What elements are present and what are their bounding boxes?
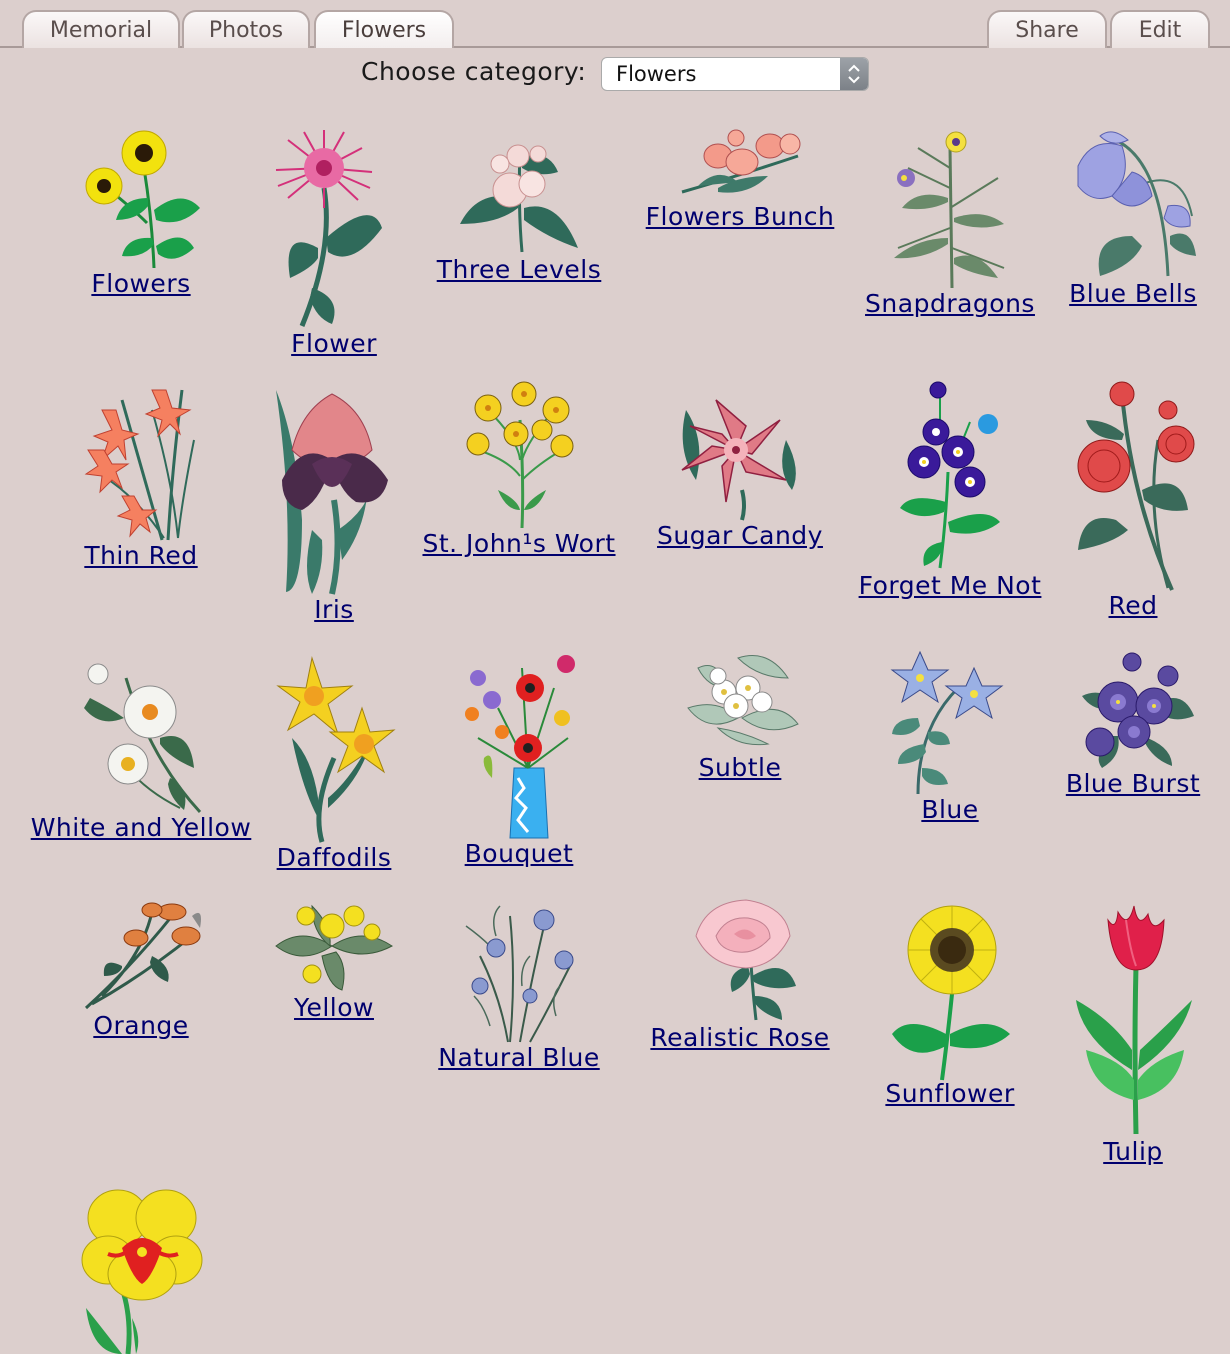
category-select[interactable]: Flowers [601, 57, 869, 91]
flower-link[interactable]: Sunflower [885, 1079, 1014, 1108]
flower-link[interactable]: Realistic Rose [650, 1023, 829, 1052]
natural-blue-icon [465, 905, 574, 1043]
flower-link[interactable]: Blue Burst [1066, 769, 1200, 798]
sunflower-icon [892, 905, 1010, 1081]
category-label: Choose category: [361, 57, 587, 86]
red-tulip-icon [1076, 905, 1192, 1135]
flower-link[interactable]: Flowers Bunch [646, 202, 835, 231]
flower-link[interactable]: Sugar Candy [657, 521, 823, 550]
st-johns-wort-icon [466, 381, 574, 529]
sunflower-cluster-icon [85, 130, 200, 269]
flower-link[interactable]: Iris [314, 595, 354, 624]
white-daisy-icon [84, 663, 202, 814]
sugar-candy-lily-icon [681, 399, 796, 521]
flower-link[interactable]: Orange [93, 1011, 188, 1040]
flower-link[interactable]: Bouquet [465, 839, 574, 868]
flower-link[interactable]: Blue Bells [1069, 279, 1197, 308]
share-button[interactable]: Share [987, 10, 1107, 48]
edit-button[interactable]: Edit [1110, 10, 1210, 48]
select-arrows-icon[interactable] [840, 58, 868, 90]
flower-link[interactable]: Tulip [1103, 1137, 1163, 1166]
flower-link[interactable]: Yellow [294, 993, 374, 1022]
orange-flowers-icon [84, 902, 201, 1010]
bluebells-icon [1077, 131, 1196, 277]
pink-rose-icon [695, 899, 796, 1021]
flower-link[interactable]: Flower [291, 329, 377, 358]
daffodils-icon [276, 656, 396, 843]
flower-link[interactable]: Subtle [699, 753, 782, 782]
flower-link[interactable]: Forget Me Not [859, 571, 1042, 600]
pink-aster-icon [275, 130, 382, 327]
thin-red-lily-icon [84, 389, 195, 541]
tab-flowers[interactable]: Flowers [314, 10, 454, 48]
three-levels-icon [460, 144, 578, 253]
yellow-flowers-icon [275, 904, 393, 991]
flower-link[interactable]: Thin Red [84, 541, 197, 570]
yellow-pansy-icon [81, 1189, 203, 1354]
flowers-page: Memorial Photos Flowers Share Edit Choos… [0, 0, 1230, 1354]
snapdragons-icon [894, 131, 1005, 289]
iris-icon [276, 390, 388, 595]
flower-link[interactable]: Blue [921, 795, 978, 824]
tab-memorial[interactable]: Memorial [22, 10, 180, 48]
flower-link[interactable]: Red [1109, 591, 1158, 620]
flower-link[interactable]: Daffodils [277, 843, 392, 872]
flower-link[interactable]: Snapdragons [865, 289, 1035, 318]
flower-link[interactable]: Flowers [91, 269, 190, 298]
red-carnation-icon [1077, 381, 1195, 591]
blue-burst-icon [1082, 652, 1194, 768]
blue-star-flowers-icon [890, 650, 1004, 795]
flower-link[interactable]: Three Levels [437, 255, 602, 284]
flowers-bunch-icon [681, 129, 801, 194]
flower-link[interactable]: St. John¹s Wort [422, 529, 615, 558]
subtle-white-flowers-icon [687, 655, 799, 746]
flower-link[interactable]: White and Yellow [31, 813, 252, 842]
flower-link[interactable]: Natural Blue [438, 1043, 599, 1072]
forget-me-not-icon [900, 381, 1000, 569]
tab-bar: Memorial Photos Flowers Share Edit [0, 0, 1230, 48]
tab-photos[interactable]: Photos [182, 10, 310, 48]
category-select-value: Flowers [616, 62, 697, 86]
bouquet-vase-icon [465, 655, 575, 839]
